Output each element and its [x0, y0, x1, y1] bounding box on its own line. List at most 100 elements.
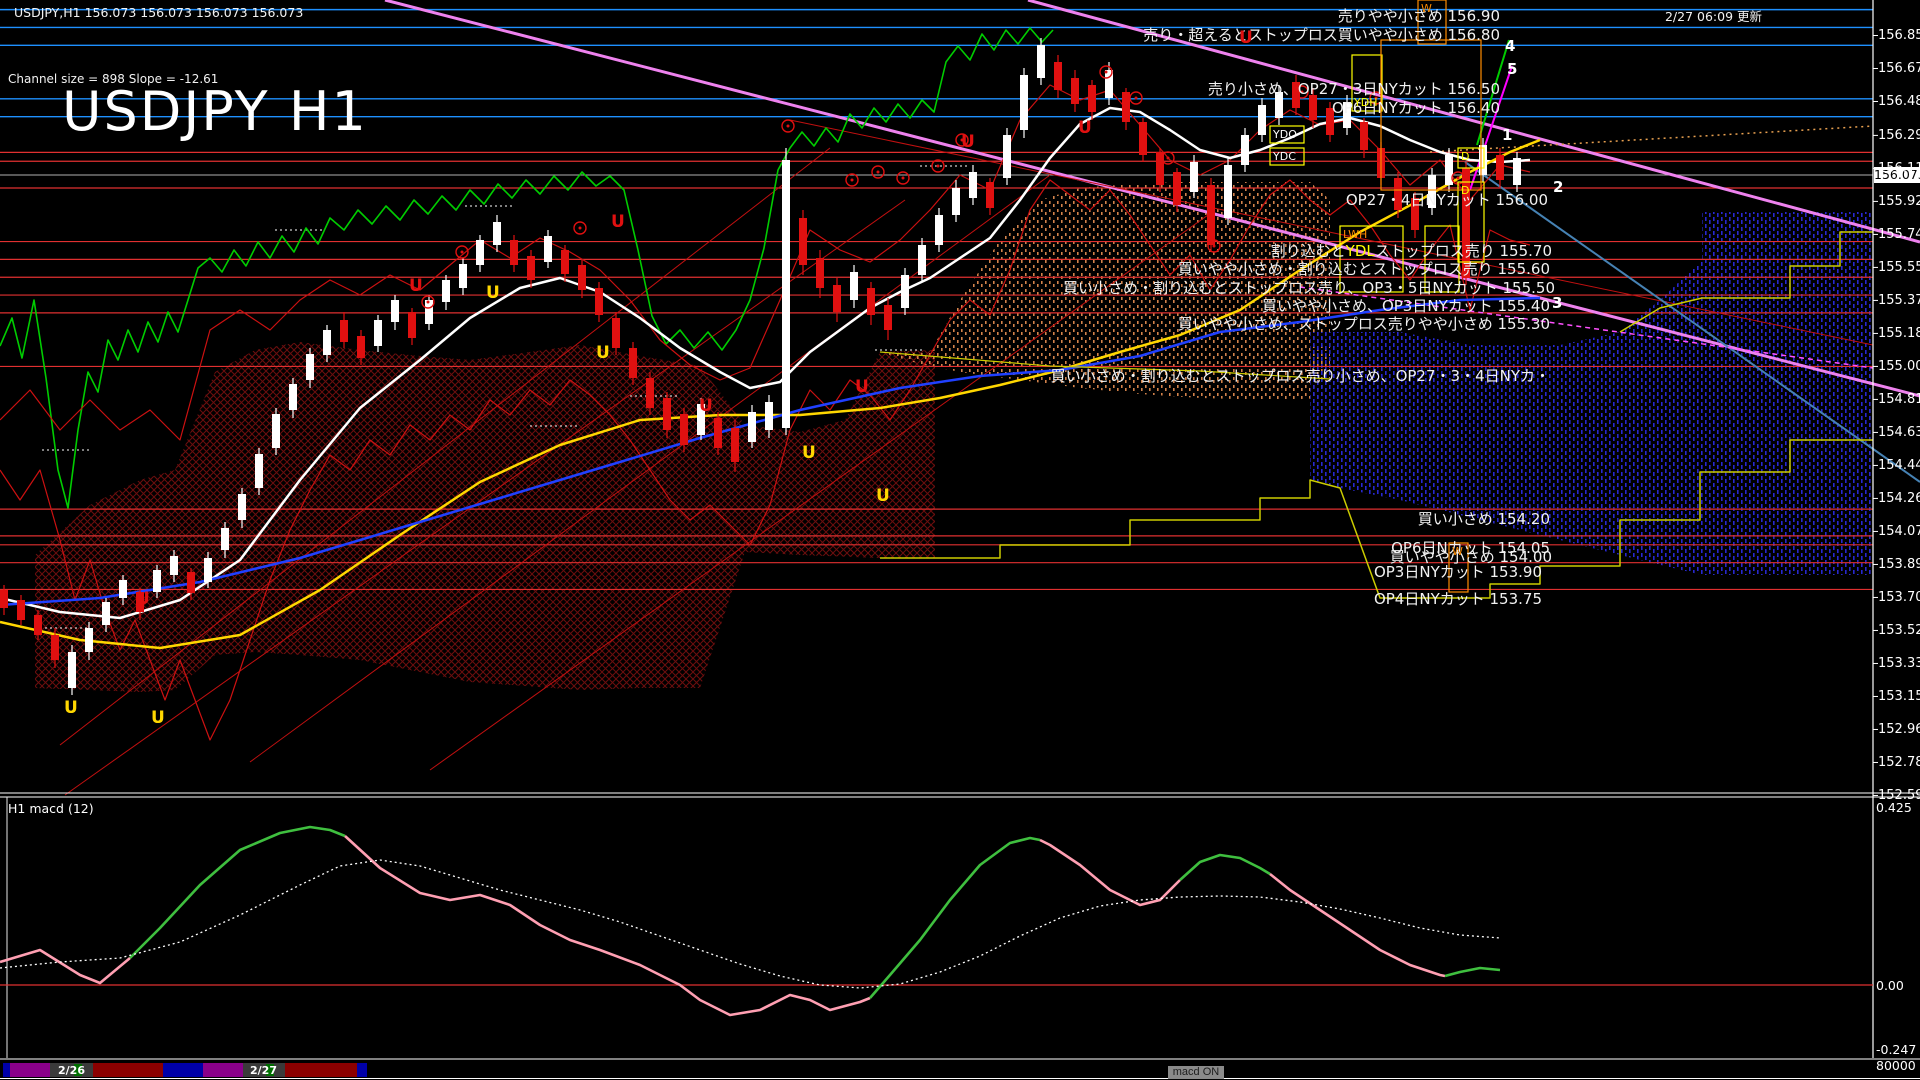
annotation-part: 割り込むと: [1271, 242, 1346, 260]
candlestick: [187, 572, 195, 593]
candlestick: [1224, 165, 1232, 218]
candlestick: [799, 218, 807, 265]
candlestick: [918, 245, 926, 275]
trading-chart-window: USDJPY,H1 156.073 156.073 156.073 156.07…: [0, 0, 1920, 1080]
candlestick: [408, 312, 416, 338]
candlestick: [646, 378, 654, 408]
candlestick: [969, 172, 977, 198]
candlestick: [1139, 122, 1147, 155]
price-axis-label: 153.335: [1878, 656, 1920, 671]
u-marker-icon: U: [136, 589, 150, 609]
candlestick: [340, 320, 348, 342]
macd-axis-label: 0.00: [1876, 978, 1904, 993]
price-annotation: 売りやや小さめ 156.90: [1338, 5, 1500, 26]
u-marker-icon: U: [802, 443, 816, 463]
price-axis-label: 152.965: [1878, 722, 1920, 737]
signal-dot: [851, 179, 854, 182]
candlestick: [1479, 145, 1487, 175]
marker-box-label: LWH: [1343, 228, 1367, 241]
price-axis-label: 154.815: [1878, 392, 1920, 407]
candlestick: [0, 590, 8, 608]
candlestick: [1173, 172, 1181, 205]
price-axis-label: 155.925: [1878, 194, 1920, 209]
price-annotation: 買いやや小さめ、ストップロス売りやや小さめ 155.30: [1178, 313, 1550, 334]
wave-number-label: 3: [1552, 294, 1562, 312]
session-segment: [285, 1063, 357, 1077]
session-segment: [93, 1063, 163, 1077]
macd-axis-label: 80000: [1876, 1058, 1916, 1073]
price-axis-label: 156.485: [1878, 94, 1920, 109]
wave-number-label: 4: [1505, 37, 1515, 55]
signal-dot: [1213, 245, 1216, 248]
macd-panel: [0, 827, 1873, 1015]
u-marker-icon: U: [1239, 28, 1253, 48]
u-marker-icon: U: [64, 698, 78, 718]
macd-axis-label: -0.247: [1876, 1042, 1916, 1057]
macd-line: [130, 827, 345, 958]
candlestick: [374, 320, 382, 346]
session-segment: [10, 1063, 50, 1077]
candlestick: [663, 398, 671, 430]
candlestick: [289, 384, 297, 410]
candlestick: [204, 558, 212, 582]
price-axis-label: 154.445: [1878, 458, 1920, 473]
wave-number-label: 5: [1507, 60, 1517, 78]
candlestick: [1241, 135, 1249, 165]
candlestick: [272, 414, 280, 448]
candlestick: [595, 288, 603, 315]
u-marker-icon: U: [596, 343, 610, 363]
candlestick: [884, 305, 892, 330]
signal-dot: [1457, 177, 1460, 180]
price-axis-label: 156.855: [1878, 28, 1920, 43]
candlestick: [1207, 185, 1215, 245]
price-annotation: OP27・4日NYカット 156.00: [1346, 189, 1548, 210]
candlestick: [765, 402, 773, 430]
macd-toggle-button[interactable]: macd ON: [1168, 1066, 1224, 1079]
candlestick: [357, 336, 365, 358]
candlestick: [459, 264, 467, 288]
price-axis-label: 152.780: [1878, 755, 1920, 770]
candlestick: [425, 300, 433, 324]
signal-dot: [1105, 71, 1108, 74]
candlestick: [17, 600, 25, 620]
candlestick: [952, 188, 960, 215]
signal-dot: [937, 165, 940, 168]
candlestick: [119, 580, 127, 598]
price-axis-label: 156.295: [1878, 128, 1920, 143]
ichimoku-clouds: [35, 182, 1873, 692]
candlestick: [935, 215, 943, 245]
candlestick: [221, 528, 229, 550]
chart-watermark: USDJPY H1: [62, 80, 368, 143]
candlestick: [391, 300, 399, 322]
u-marker-icon: U: [611, 212, 625, 232]
signal-dot: [877, 171, 880, 174]
candlestick: [867, 288, 875, 315]
macd-line: [1445, 968, 1500, 976]
candlestick: [85, 628, 93, 652]
price-axis-label: 156.670: [1878, 61, 1920, 76]
candlestick: [833, 285, 841, 312]
candlestick: [1037, 45, 1045, 78]
marker-box-label: D: [1461, 184, 1469, 197]
candlestick: [578, 265, 586, 290]
candlestick: [544, 236, 552, 262]
candlestick: [986, 182, 994, 208]
candlestick: [1071, 78, 1079, 104]
price-axis-label: 154.630: [1878, 425, 1920, 440]
macd-line: [1180, 855, 1270, 880]
u-marker-icon: U: [486, 283, 500, 303]
wave-number-label: 2: [1553, 178, 1563, 196]
signal-dot: [902, 177, 905, 180]
marker-box-label: YDO: [1273, 128, 1297, 141]
candlestick: [527, 256, 535, 280]
candlestick: [1020, 75, 1028, 130]
wave-number-label: 1: [1502, 126, 1512, 144]
candlestick: [510, 240, 518, 265]
price-axis-label: 155.185: [1878, 326, 1920, 341]
session-segment: [203, 1063, 243, 1077]
session-bar: [0, 1059, 1920, 1079]
price-annotation: 買い小さめ 154.20: [1418, 508, 1550, 529]
candlestick: [1088, 85, 1096, 112]
candlestick: [714, 418, 722, 448]
candlestick: [102, 602, 110, 625]
